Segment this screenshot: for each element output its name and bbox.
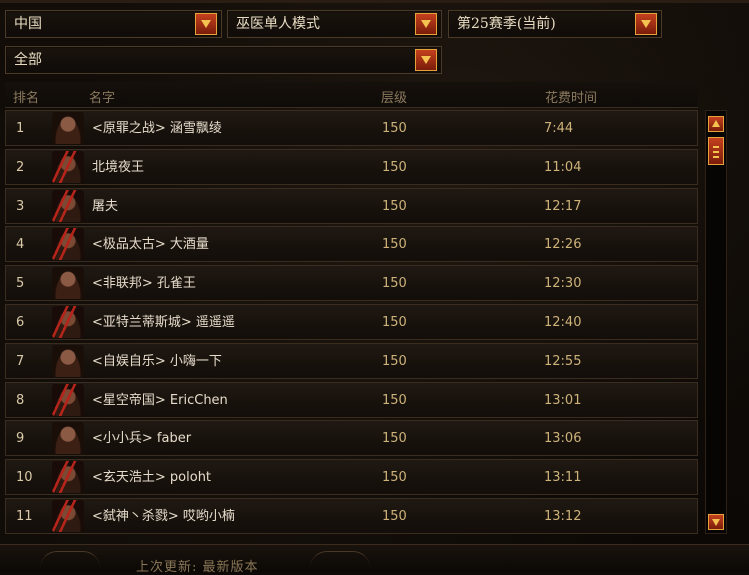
table-row[interactable]: 6 <亚特兰蒂斯城> 遥遥遥 150 12:40 (5, 304, 698, 340)
player-portrait-icon (52, 112, 84, 144)
player-portrait-icon (52, 267, 84, 300)
player-name-cell[interactable]: <非联邦> 孔雀王 (92, 266, 196, 301)
column-header-time[interactable]: 花费时间 (545, 87, 597, 106)
scrollbar-thumb[interactable] (708, 137, 724, 165)
chevron-down-icon[interactable] (415, 13, 437, 35)
table-row[interactable]: 9 <小小兵> faber 150 13:06 (5, 420, 698, 457)
rank-cell: 5 (16, 276, 25, 292)
table-row[interactable]: 8 <星空帝国> EricChen 150 13:01 (5, 381, 698, 418)
player-portrait-icon (52, 344, 84, 377)
mode-value: 巫医单人模式 (236, 16, 320, 32)
table-row[interactable]: 3 屠夫 150 12:17 (5, 187, 698, 224)
level-cell: 150 (382, 237, 407, 253)
level-cell: 150 (382, 509, 407, 524)
player-name-cell[interactable]: <自娱自乐> 小嗨一下 (92, 344, 222, 379)
rank-cell: 3 (16, 198, 25, 214)
time-cell: 13:12 (544, 509, 582, 524)
table-row[interactable]: 7 <自娱自乐> 小嗨一下 150 12:55 (5, 342, 698, 379)
category-value: 全部 (14, 52, 42, 68)
level-cell: 150 (382, 159, 407, 175)
time-cell: 11:04 (544, 159, 582, 175)
season-value: 第25赛季(当前) (457, 16, 556, 32)
time-cell: 13:01 (544, 392, 582, 408)
table-row[interactable]: 4 <极品太古> 大酒量 150 12:26 (5, 226, 698, 263)
player-name-cell[interactable]: <玄天浩土> poloht (92, 460, 211, 495)
footer-ornament (310, 551, 370, 568)
time-cell: 12:40 (544, 315, 582, 330)
level-cell: 150 (382, 276, 407, 292)
arrow-up-icon[interactable] (708, 116, 724, 132)
player-portrait-icon (52, 500, 84, 532)
level-cell: 150 (382, 470, 407, 486)
table-row[interactable]: 2 北境夜王 150 11:04 (5, 148, 698, 185)
player-portrait-icon (52, 461, 84, 494)
table-row[interactable]: 1 <原罪之战> 涵雪飘绫 150 7:44 (5, 110, 698, 146)
player-portrait-icon (52, 306, 84, 338)
chevron-down-icon[interactable] (415, 49, 437, 71)
player-portrait-icon (52, 422, 84, 455)
player-name-cell[interactable]: <小小兵> faber (92, 421, 191, 456)
rank-cell: 6 (16, 315, 25, 330)
player-portrait-icon (52, 189, 84, 222)
time-cell: 12:30 (544, 276, 582, 292)
rank-cell: 10 (16, 470, 33, 486)
arrow-down-icon[interactable] (708, 514, 724, 530)
player-portrait-icon (52, 150, 84, 183)
last-updated-label: 上次更新: 最新版本 (136, 560, 259, 575)
time-cell: 12:17 (544, 198, 582, 214)
level-cell: 150 (382, 121, 407, 136)
player-name-cell[interactable]: <亚特兰蒂斯城> 遥遥遥 (92, 305, 235, 340)
rank-cell: 9 (16, 431, 25, 447)
category-dropdown[interactable]: 全部 (5, 46, 442, 74)
footer-bar: 上次更新: 最新版本 (0, 544, 749, 575)
rank-cell: 11 (16, 509, 33, 524)
player-name-cell[interactable]: <原罪之战> 涵雪飘绫 (92, 111, 222, 146)
chevron-down-icon[interactable] (635, 13, 657, 35)
level-cell: 150 (382, 353, 407, 369)
column-header-rank[interactable]: 排名 (13, 87, 39, 106)
table-row[interactable]: 5 <非联邦> 孔雀王 150 12:30 (5, 265, 698, 302)
season-dropdown[interactable]: 第25赛季(当前) (448, 10, 662, 38)
time-cell: 13:06 (544, 431, 582, 447)
level-cell: 150 (382, 431, 407, 447)
time-cell: 12:26 (544, 237, 582, 253)
footer-ornament (40, 551, 100, 568)
rank-cell: 8 (16, 392, 25, 408)
player-name-cell[interactable]: <弑神丶杀戮> 哎哟小楠 (92, 499, 235, 534)
column-header-name[interactable]: 名字 (89, 87, 115, 106)
chevron-down-icon[interactable] (195, 13, 217, 35)
level-cell: 150 (382, 392, 407, 408)
player-name-cell[interactable]: 北境夜王 (92, 150, 144, 185)
column-header-level[interactable]: 层级 (381, 87, 407, 106)
time-cell: 7:44 (544, 121, 574, 136)
player-name-cell[interactable]: <星空帝国> EricChen (92, 383, 228, 418)
scrollbar[interactable] (705, 110, 727, 534)
table-header: 排名 名字 层级 花费时间 (5, 82, 698, 108)
top-border (0, 0, 749, 3)
rank-cell: 4 (16, 237, 25, 253)
time-cell: 12:55 (544, 353, 582, 369)
rank-cell: 2 (16, 159, 25, 175)
level-cell: 150 (382, 198, 407, 214)
level-cell: 150 (382, 315, 407, 330)
mode-dropdown[interactable]: 巫医单人模式 (227, 10, 442, 38)
rank-cell: 1 (16, 121, 25, 136)
player-name-cell[interactable]: <极品太古> 大酒量 (92, 227, 209, 262)
region-dropdown[interactable]: 中国 (5, 10, 222, 38)
region-value: 中国 (14, 16, 42, 32)
table-row[interactable]: 10 <玄天浩土> poloht 150 13:11 (5, 459, 698, 496)
player-portrait-icon (52, 228, 84, 261)
rank-cell: 7 (16, 353, 25, 369)
table-row[interactable]: 11 <弑神丶杀戮> 哎哟小楠 150 13:12 (5, 498, 698, 534)
player-portrait-icon (52, 383, 84, 416)
player-name-cell[interactable]: 屠夫 (92, 189, 118, 224)
time-cell: 13:11 (544, 470, 582, 486)
